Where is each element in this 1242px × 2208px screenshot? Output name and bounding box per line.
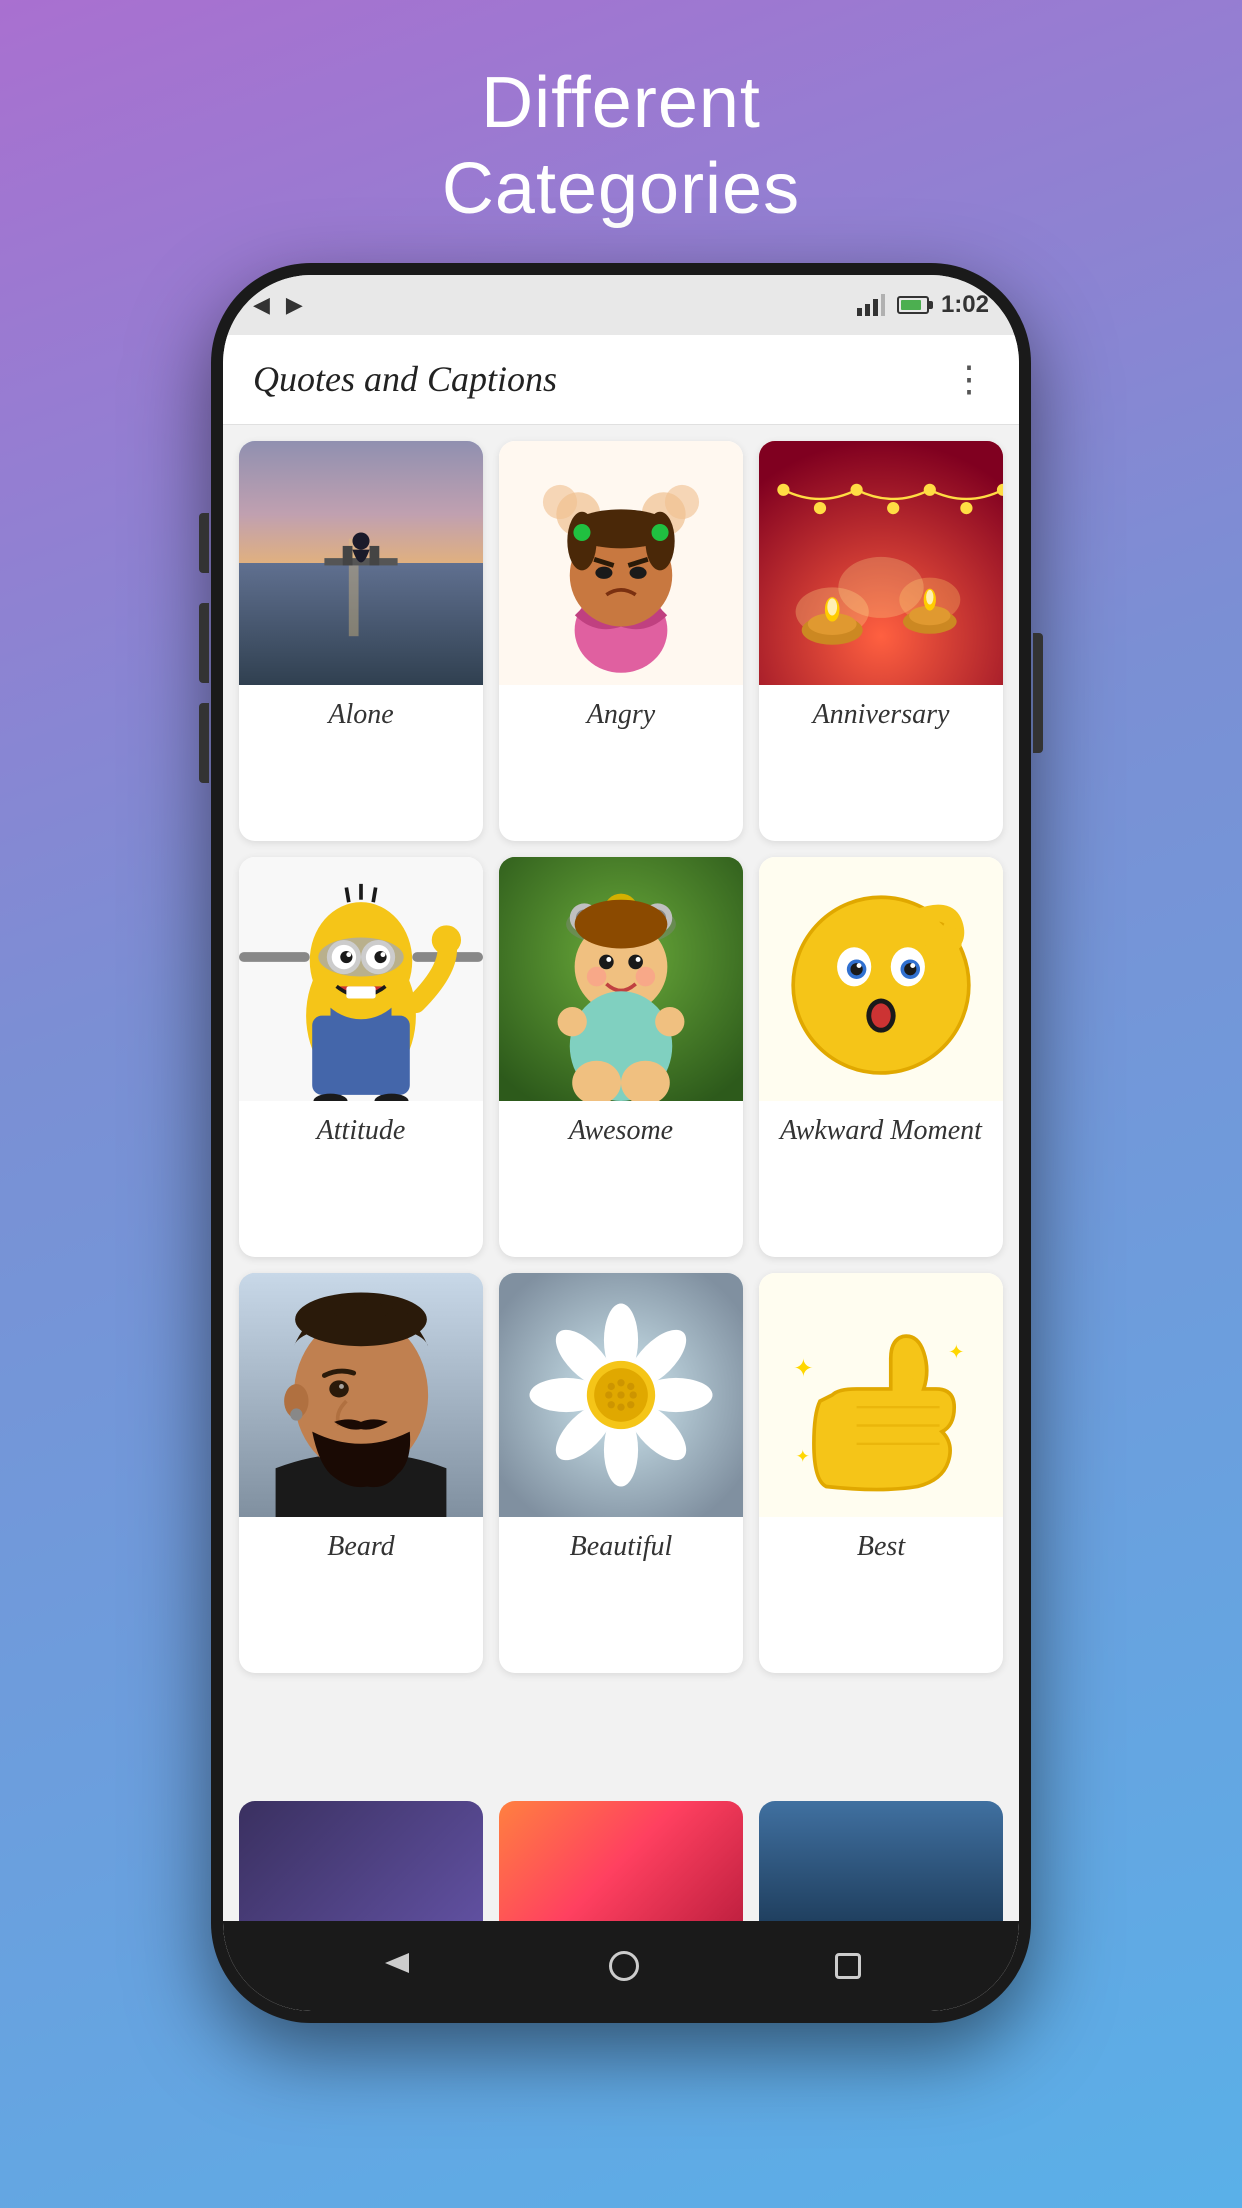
category-alone[interactable]: Alone (239, 441, 483, 841)
awkward-image (759, 857, 1003, 1101)
lock-button (1033, 633, 1043, 753)
partial-card-1[interactable] (239, 1801, 483, 1921)
category-attitude[interactable]: Attitude (239, 857, 483, 1257)
signal-icon (857, 294, 885, 316)
app-title: Quotes and Captions (253, 358, 557, 400)
svg-text:✦: ✦ (796, 1447, 810, 1466)
category-beautiful[interactable]: Beautiful (499, 1273, 743, 1673)
status-left-icons: ◀ ▶ (253, 292, 303, 318)
recents-button[interactable] (835, 1953, 861, 1979)
back-icon (381, 1947, 413, 1979)
partial-card-2[interactable] (499, 1801, 743, 1921)
play-icon: ▶ (286, 292, 303, 318)
beautiful-image (499, 1273, 743, 1517)
notification-icon-1: ◀ (253, 292, 270, 318)
anniversary-label: Anniversary (759, 685, 1003, 745)
home-icon (609, 1951, 639, 1981)
alone-label: Alone (239, 685, 483, 745)
beard-label: Beard (239, 1517, 483, 1577)
phone-device: ◀ ▶ 1:02 Quotes and Captions ⋮ (211, 263, 1031, 2023)
category-awkward[interactable]: Awkward Moment (759, 857, 1003, 1257)
partial-category-row (223, 1801, 1019, 1921)
power-button (199, 513, 209, 573)
category-best[interactable]: ✦ ✦ ✦ Best (759, 1273, 1003, 1673)
back-button[interactable] (381, 1947, 413, 1984)
awesome-image (499, 857, 743, 1101)
phone-screen: ◀ ▶ 1:02 Quotes and Captions ⋮ (223, 275, 1019, 2011)
bottom-navigation (223, 1921, 1019, 2011)
angry-label: Angry (499, 685, 743, 745)
angry-image (499, 441, 743, 685)
volume-up-button (199, 603, 209, 683)
volume-down-button (199, 703, 209, 783)
battery-icon (897, 296, 929, 314)
category-anniversary[interactable]: Anniversary (759, 441, 1003, 841)
attitude-image (239, 857, 483, 1101)
category-awesome[interactable]: Awesome (499, 857, 743, 1257)
page-header: DifferentCategories (402, 0, 840, 263)
best-image: ✦ ✦ ✦ (759, 1273, 1003, 1517)
category-angry[interactable]: Angry (499, 441, 743, 841)
alone-image (239, 441, 483, 685)
beard-image (239, 1273, 483, 1517)
status-bar: ◀ ▶ 1:02 (223, 275, 1019, 335)
awkward-label: Awkward Moment (759, 1101, 1003, 1161)
awesome-label: Awesome (499, 1101, 743, 1161)
partial-card-3[interactable] (759, 1801, 1003, 1921)
clock: 1:02 (941, 291, 989, 319)
recents-icon (835, 1953, 861, 1979)
category-grid: Alone (223, 425, 1019, 1801)
svg-text:✦: ✦ (948, 1341, 964, 1363)
anniversary-image (759, 441, 1003, 685)
overflow-menu-button[interactable]: ⋮ (951, 358, 989, 400)
attitude-label: Attitude (239, 1101, 483, 1161)
best-label: Best (759, 1517, 1003, 1577)
beautiful-label: Beautiful (499, 1517, 743, 1577)
home-button[interactable] (609, 1951, 639, 1981)
category-beard[interactable]: Beard (239, 1273, 483, 1673)
svg-text:✦: ✦ (793, 1355, 813, 1382)
status-right-info: 1:02 (857, 291, 989, 319)
app-bar: Quotes and Captions ⋮ (223, 335, 1019, 425)
